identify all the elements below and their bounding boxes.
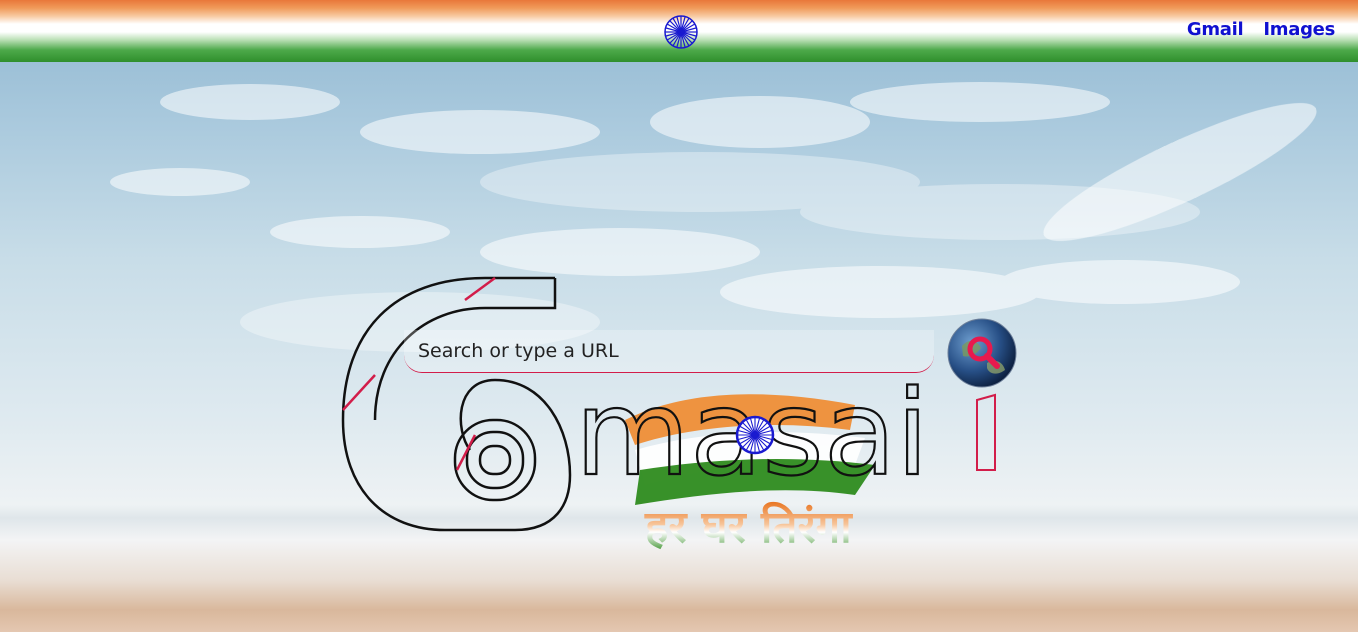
logo-o-shape <box>453 418 537 502</box>
masai-logo: masai हर घर तिरंगा <box>341 276 996 550</box>
chakra-emblem <box>735 415 775 455</box>
globe-search-button[interactable] <box>947 318 1017 388</box>
top-nav: Gmail Images <box>1187 19 1335 40</box>
search-input[interactable] <box>404 330 934 372</box>
tricolor-header: Gmail Images <box>0 0 1358 62</box>
logo-tagline: हर घर तिरंगा <box>644 501 853 550</box>
images-link[interactable]: Images <box>1263 19 1335 40</box>
logo-c-shape <box>341 276 572 532</box>
gmail-link[interactable]: Gmail <box>1187 19 1244 40</box>
search-bar <box>404 330 934 373</box>
ashoka-chakra-icon <box>664 15 698 49</box>
